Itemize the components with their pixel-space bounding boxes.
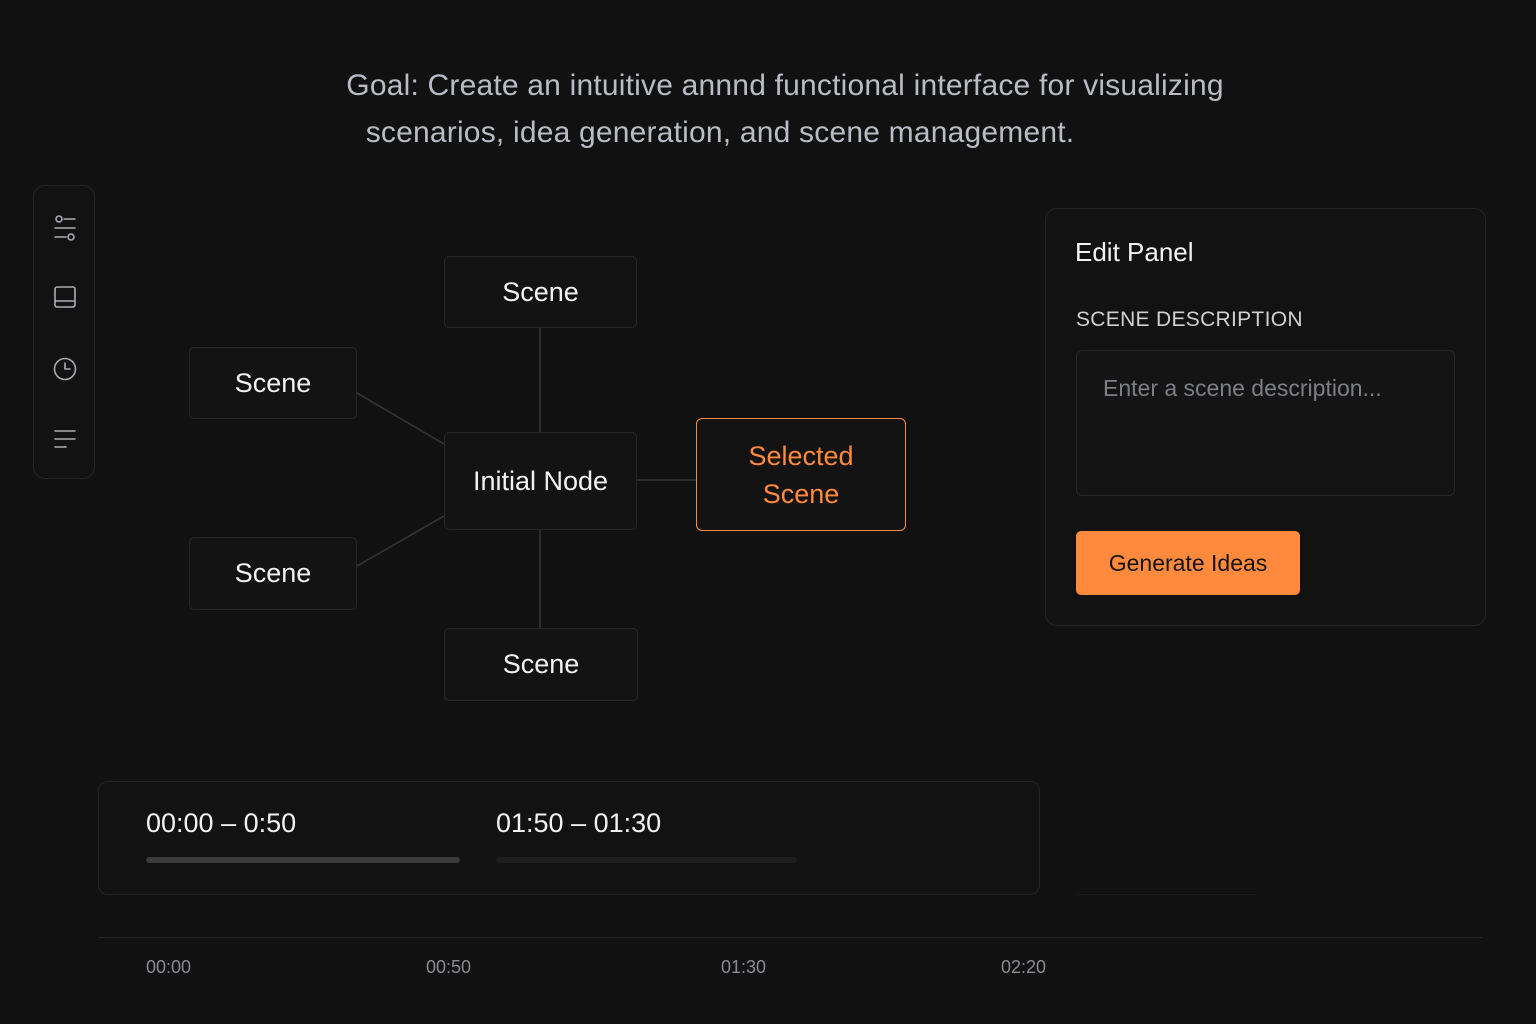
- app-root: Goal: Create an intuitive annnd function…: [0, 0, 1536, 1024]
- scene-node-top[interactable]: Scene: [444, 256, 637, 328]
- connector-left-bottom: [356, 515, 445, 567]
- scene-description-input[interactable]: [1076, 350, 1455, 496]
- clock-icon[interactable]: [49, 353, 81, 385]
- clip-1-label: 00:00 – 0:50: [146, 808, 297, 838]
- lines-icon[interactable]: [49, 423, 81, 455]
- scene-node-left-top[interactable]: Scene: [189, 347, 357, 419]
- divider-faint: [1077, 894, 1257, 895]
- scene-node-bottom[interactable]: Scene: [444, 628, 638, 701]
- edit-panel: Edit Panel SCENE DESCRIPTION Generate Id…: [1045, 208, 1486, 626]
- initial-node[interactable]: Initial Node: [444, 432, 637, 530]
- ruler-tick-3: 01:30: [721, 957, 767, 977]
- left-toolbar: [33, 185, 95, 479]
- timeline-clips: 00:00 – 0:50 01:50 – 01:30: [98, 781, 1040, 895]
- panel-icon[interactable]: [49, 281, 81, 313]
- ruler-tick-4: 02:20: [1001, 957, 1047, 977]
- ruler-tick-2: 00:50: [426, 957, 472, 977]
- sliders-icon[interactable]: [49, 212, 81, 244]
- scene-description-label: SCENE DESCRIPTION: [1076, 308, 1303, 331]
- timeline-ruler: [98, 937, 1482, 938]
- goal-line-1: Goal: Create an intuitive annnd function…: [346, 69, 1224, 102]
- selected-scene-node[interactable]: Selected Scene: [696, 418, 906, 531]
- edit-panel-title: Edit Panel: [1075, 237, 1194, 267]
- selected-scene-line-1: Selected: [748, 440, 854, 471]
- goal-line-2: scenarios, idea generation, and scene ma…: [365, 116, 1075, 149]
- clip-2[interactable]: 01:50 – 01:30: [496, 808, 797, 863]
- goal-text: Goal: Create an intuitive annnd function…: [280, 62, 1290, 156]
- scene-node-left-bottom[interactable]: Scene: [189, 537, 357, 610]
- clip-2-progress-bar: [496, 857, 797, 863]
- connector-left-top: [356, 392, 445, 445]
- clip-1-progress-fill: [146, 857, 460, 863]
- clip-1[interactable]: 00:00 – 0:50: [146, 808, 460, 863]
- generate-ideas-button[interactable]: Generate Ideas: [1076, 531, 1300, 595]
- ruler-tick-1: 00:00: [146, 957, 192, 977]
- clip-2-label: 01:50 – 01:30: [496, 808, 662, 838]
- clip-1-progress-bar: [146, 857, 460, 863]
- selected-scene-line-2: Scene: [762, 478, 840, 509]
